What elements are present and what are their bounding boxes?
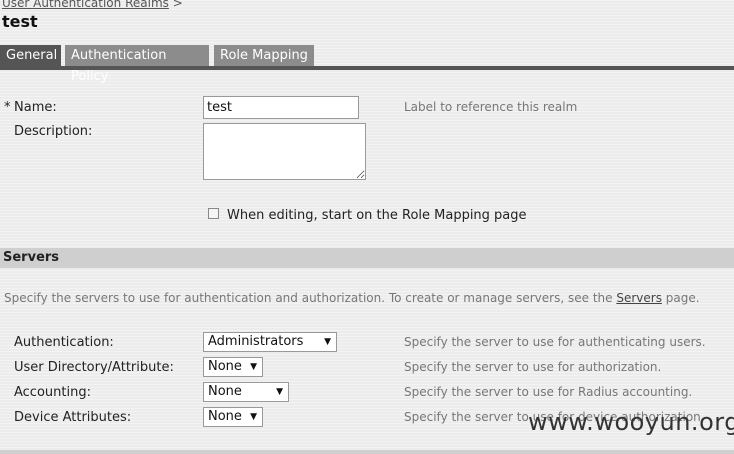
description-textarea[interactable] (203, 123, 366, 180)
page-title: test (2, 12, 38, 31)
watermark: www.wooyun.org (528, 408, 734, 436)
accounting-label: Accounting: (14, 385, 91, 400)
servers-link[interactable]: Servers (616, 291, 662, 305)
tab-authentication-policy[interactable]: Authentication Policy (65, 45, 209, 84)
breadcrumb: User Authentication Realms > (2, 0, 183, 10)
breadcrumb-link-user-authentication-realms[interactable]: User Authentication Realms (2, 0, 169, 10)
servers-description-suffix: page. (665, 291, 700, 305)
chevron-down-icon: ▼ (324, 337, 331, 347)
user-directory-label: User Directory/Attribute: (14, 360, 174, 375)
authentication-label: Authentication: (14, 335, 114, 350)
tab-general[interactable]: General (0, 45, 61, 66)
start-on-role-mapping-label: When editing, start on the Role Mapping … (227, 208, 527, 223)
chevron-down-icon: ▼ (250, 412, 257, 422)
user-directory-select[interactable]: None ▼ (203, 357, 263, 377)
name-label: Name: (14, 100, 57, 115)
servers-description-text: Specify the servers to use for authentic… (4, 291, 613, 305)
accounting-hint: Specify the server to use for Radius acc… (404, 385, 693, 399)
accounting-select-value: None (208, 384, 242, 399)
user-directory-select-value: None (208, 359, 242, 374)
start-on-role-mapping-checkbox[interactable] (208, 208, 219, 219)
servers-section-header (0, 248, 734, 268)
authentication-select-value: Administrators (208, 334, 304, 349)
chevron-down-icon: ▼ (276, 387, 283, 397)
description-label: Description: (14, 124, 93, 139)
tab-underline (0, 66, 734, 70)
device-attributes-select[interactable]: None ▼ (203, 407, 263, 427)
chevron-down-icon: ▼ (250, 362, 257, 372)
name-input[interactable] (203, 96, 359, 119)
bottom-divider (0, 450, 734, 454)
servers-section-title: Servers (3, 250, 60, 265)
user-directory-hint: Specify the server to use for authorizat… (404, 360, 662, 374)
authentication-select[interactable]: Administrators ▼ (203, 332, 337, 352)
required-mark: * (4, 100, 11, 115)
tab-role-mapping[interactable]: Role Mapping (214, 45, 314, 66)
device-attributes-select-value: None (208, 409, 242, 424)
servers-description: Specify the servers to use for authentic… (4, 291, 700, 305)
name-hint: Label to reference this realm (404, 100, 578, 114)
authentication-hint: Specify the server to use for authentica… (404, 335, 706, 349)
breadcrumb-separator: > (172, 0, 183, 10)
accounting-select[interactable]: None ▼ (203, 382, 289, 402)
device-attributes-label: Device Attributes: (14, 410, 132, 425)
